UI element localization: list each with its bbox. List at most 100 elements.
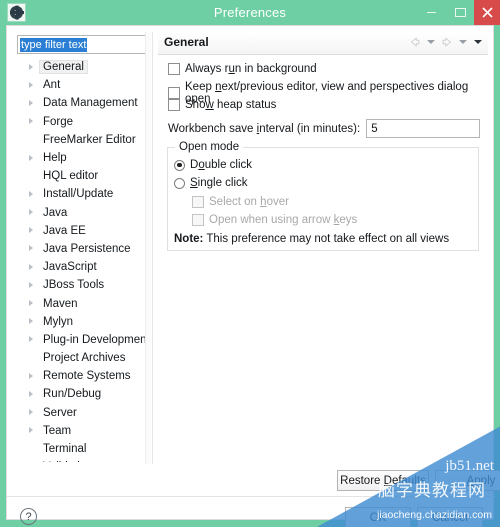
ok-label: OK	[369, 511, 387, 524]
sidebar-item-help[interactable]: Help	[13, 149, 152, 167]
expand-triangle-icon[interactable]	[29, 190, 33, 197]
sidebar-item-label: Validation	[43, 461, 93, 462]
tree-scrollbar[interactable]	[145, 32, 151, 464]
help-label: ?	[25, 510, 32, 523]
sidebar-item-label: Team	[43, 424, 72, 437]
radio-double-click[interactable]: Double click	[174, 159, 252, 171]
expand-triangle-icon[interactable]	[29, 118, 33, 125]
radio-label: Single click	[190, 177, 248, 189]
sidebar-item-label: JBoss Tools	[43, 279, 105, 292]
checkbox-label: Always run in background	[185, 63, 317, 75]
expand-triangle-icon[interactable]	[29, 427, 33, 434]
checkbox-box	[168, 63, 180, 75]
expand-triangle-icon[interactable]	[29, 263, 33, 270]
checkbox-box	[168, 87, 180, 99]
radio-label: Double click	[190, 159, 253, 171]
sidebar-item-label: Data Management	[43, 97, 138, 110]
sidebar-item-run-debug[interactable]: Run/Debug	[13, 385, 152, 403]
forward-menu-chevron-down-icon[interactable]	[459, 40, 467, 44]
restore-defaults-button[interactable]: Restore Defaults	[337, 470, 429, 491]
sidebar-item-java[interactable]: Java	[13, 204, 152, 222]
expand-triangle-icon[interactable]	[29, 245, 33, 252]
expand-triangle-icon[interactable]	[29, 336, 33, 343]
apply-button[interactable]: Apply	[435, 470, 500, 491]
sidebar-item-mylyn[interactable]: Mylyn	[13, 313, 152, 331]
maximize-button[interactable]	[447, 0, 473, 25]
tree-divider	[152, 32, 153, 464]
sidebar-item-hql-editor[interactable]: HQL editor	[13, 167, 152, 185]
checkbox-box	[192, 196, 204, 208]
expand-triangle-icon[interactable]	[29, 99, 33, 106]
general-preferences-body: Always run in background Keep next/previ…	[158, 55, 488, 464]
back-menu-chevron-down-icon[interactable]	[427, 40, 435, 44]
sidebar-item-label: Java Persistence	[43, 242, 131, 255]
workbench-save-interval-input[interactable]: 5	[366, 119, 480, 138]
expand-triangle-icon[interactable]	[29, 281, 33, 288]
expand-triangle-icon[interactable]	[29, 300, 33, 307]
sidebar-item-label: Run/Debug	[43, 388, 102, 401]
radio-single-click[interactable]: Single click	[174, 177, 248, 189]
preference-tree[interactable]: General Ant Data Management Forge FreeMarker…	[13, 58, 152, 462]
forward-arrow-icon[interactable]	[440, 35, 454, 49]
ok-button[interactable]: OK	[345, 507, 411, 527]
page-title: General	[164, 35, 209, 49]
checkbox-always-run-in-background[interactable]: Always run in background	[168, 63, 317, 75]
title-bar: Preferences	[0, 0, 500, 25]
sidebar-item-label: Help	[43, 152, 67, 165]
filter-input-value: type filter text	[20, 37, 88, 52]
close-button[interactable]	[474, 0, 500, 25]
checkbox-open-when-using-arrow-keys: Open when using arrow keys	[192, 214, 357, 226]
checkbox-label: Show heap status	[185, 99, 277, 111]
expand-triangle-icon[interactable]	[29, 390, 33, 397]
sidebar-item-terminal[interactable]: Terminal	[13, 440, 152, 458]
sidebar-item-forge[interactable]: Forge	[13, 113, 152, 131]
sidebar-item-label: Java EE	[43, 224, 86, 237]
sidebar-item-plug-in-development[interactable]: Plug-in Development	[13, 331, 152, 349]
sidebar-item-install-update[interactable]: Install/Update	[13, 185, 152, 203]
sidebar-item-team[interactable]: Team	[13, 422, 152, 440]
checkbox-show-heap-status[interactable]: Show heap status	[168, 99, 276, 111]
expand-triangle-icon[interactable]	[29, 81, 33, 88]
preferences-window: Preferences type filter text General Ant D…	[0, 0, 500, 527]
sidebar-item-label: Mylyn	[43, 315, 74, 328]
workbench-save-interval-row: Workbench save interval (in minutes): 5	[168, 119, 480, 138]
open-mode-note: Note: This preference may not take effec…	[174, 233, 450, 245]
expand-triangle-icon[interactable]	[29, 154, 33, 161]
sidebar-item-ant[interactable]: Ant	[13, 76, 152, 94]
expand-triangle-icon[interactable]	[29, 409, 33, 416]
sidebar-item-label: General	[39, 60, 88, 75]
navigation-icons	[408, 35, 484, 49]
sidebar-item-freemarker-editor[interactable]: FreeMarker Editor	[13, 131, 152, 149]
sidebar-item-label: Forge	[43, 115, 74, 128]
sidebar-item-label: FreeMarker Editor	[43, 133, 136, 146]
apply-label: Apply	[466, 474, 496, 487]
restore-defaults-label: Restore Defaults	[340, 474, 426, 487]
minimize-button[interactable]	[418, 0, 444, 25]
menu-chevron-down-icon[interactable]	[474, 40, 482, 44]
sidebar-item-project-archives[interactable]: Project Archives	[13, 349, 152, 367]
open-mode-group: Open mode Double click Single click Sele…	[167, 141, 479, 251]
sidebar-item-label: HQL editor	[43, 170, 99, 183]
sidebar-item-jboss-tools[interactable]: JBoss Tools	[13, 276, 152, 294]
sidebar-item-java-persistence[interactable]: Java Persistence	[13, 240, 152, 258]
expand-triangle-icon[interactable]	[29, 63, 33, 70]
sidebar-item-javascript[interactable]: JavaScript	[13, 258, 152, 276]
preference-tree-panel: type filter text General Ant Data Manageme…	[13, 32, 152, 464]
page-button-row: Restore Defaults Apply	[158, 470, 500, 492]
sidebar-item-java-ee[interactable]: Java EE	[13, 222, 152, 240]
question-mark-icon[interactable]: ?	[20, 508, 37, 525]
cancel-button[interactable]: Cancel	[417, 507, 483, 527]
expand-triangle-icon[interactable]	[29, 209, 33, 216]
content-header: General	[158, 32, 488, 55]
sidebar-item-maven[interactable]: Maven	[13, 294, 152, 312]
sidebar-item-general[interactable]: General	[13, 58, 152, 76]
sidebar-item-data-management[interactable]: Data Management	[13, 94, 152, 112]
expand-triangle-icon[interactable]	[29, 372, 33, 379]
sidebar-item-remote-systems[interactable]: Remote Systems	[13, 367, 152, 385]
filter-input[interactable]: type filter text	[17, 35, 147, 54]
expand-triangle-icon[interactable]	[29, 227, 33, 234]
back-arrow-icon[interactable]	[408, 35, 422, 49]
expand-triangle-icon[interactable]	[29, 318, 33, 325]
sidebar-item-validation[interactable]: Validation	[13, 458, 152, 462]
sidebar-item-server[interactable]: Server	[13, 404, 152, 422]
